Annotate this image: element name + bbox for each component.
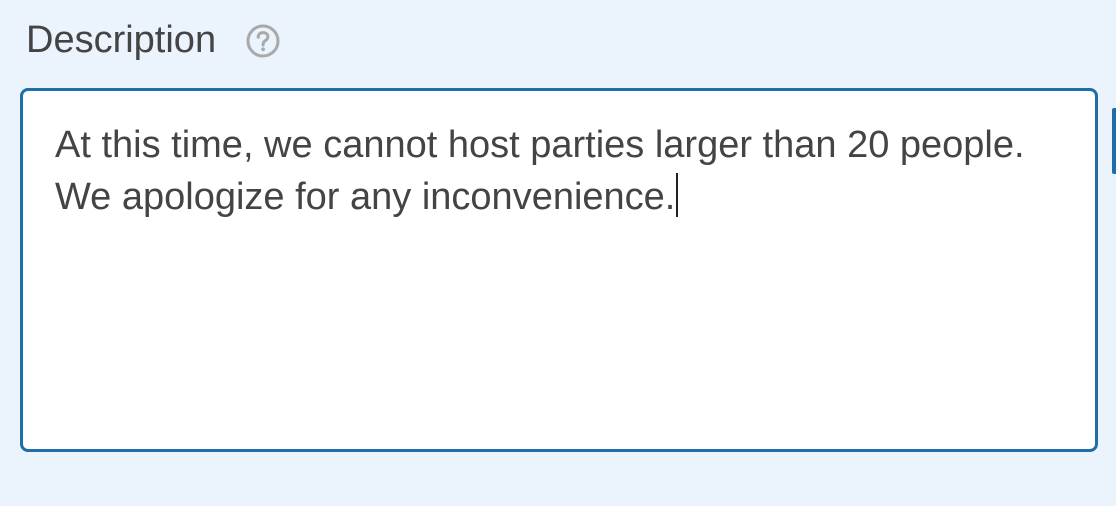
- field-header: Description: [26, 14, 280, 66]
- scrollbar-edge[interactable]: [1112, 108, 1116, 174]
- question-circle-icon[interactable]: [246, 24, 280, 58]
- description-textarea[interactable]: At this time, we cannot host parties lar…: [20, 88, 1098, 452]
- description-label: Description: [26, 19, 217, 61]
- description-value: At this time, we cannot host parties lar…: [55, 124, 1036, 218]
- description-text[interactable]: At this time, we cannot host parties lar…: [55, 119, 1065, 223]
- text-cursor: [676, 173, 679, 217]
